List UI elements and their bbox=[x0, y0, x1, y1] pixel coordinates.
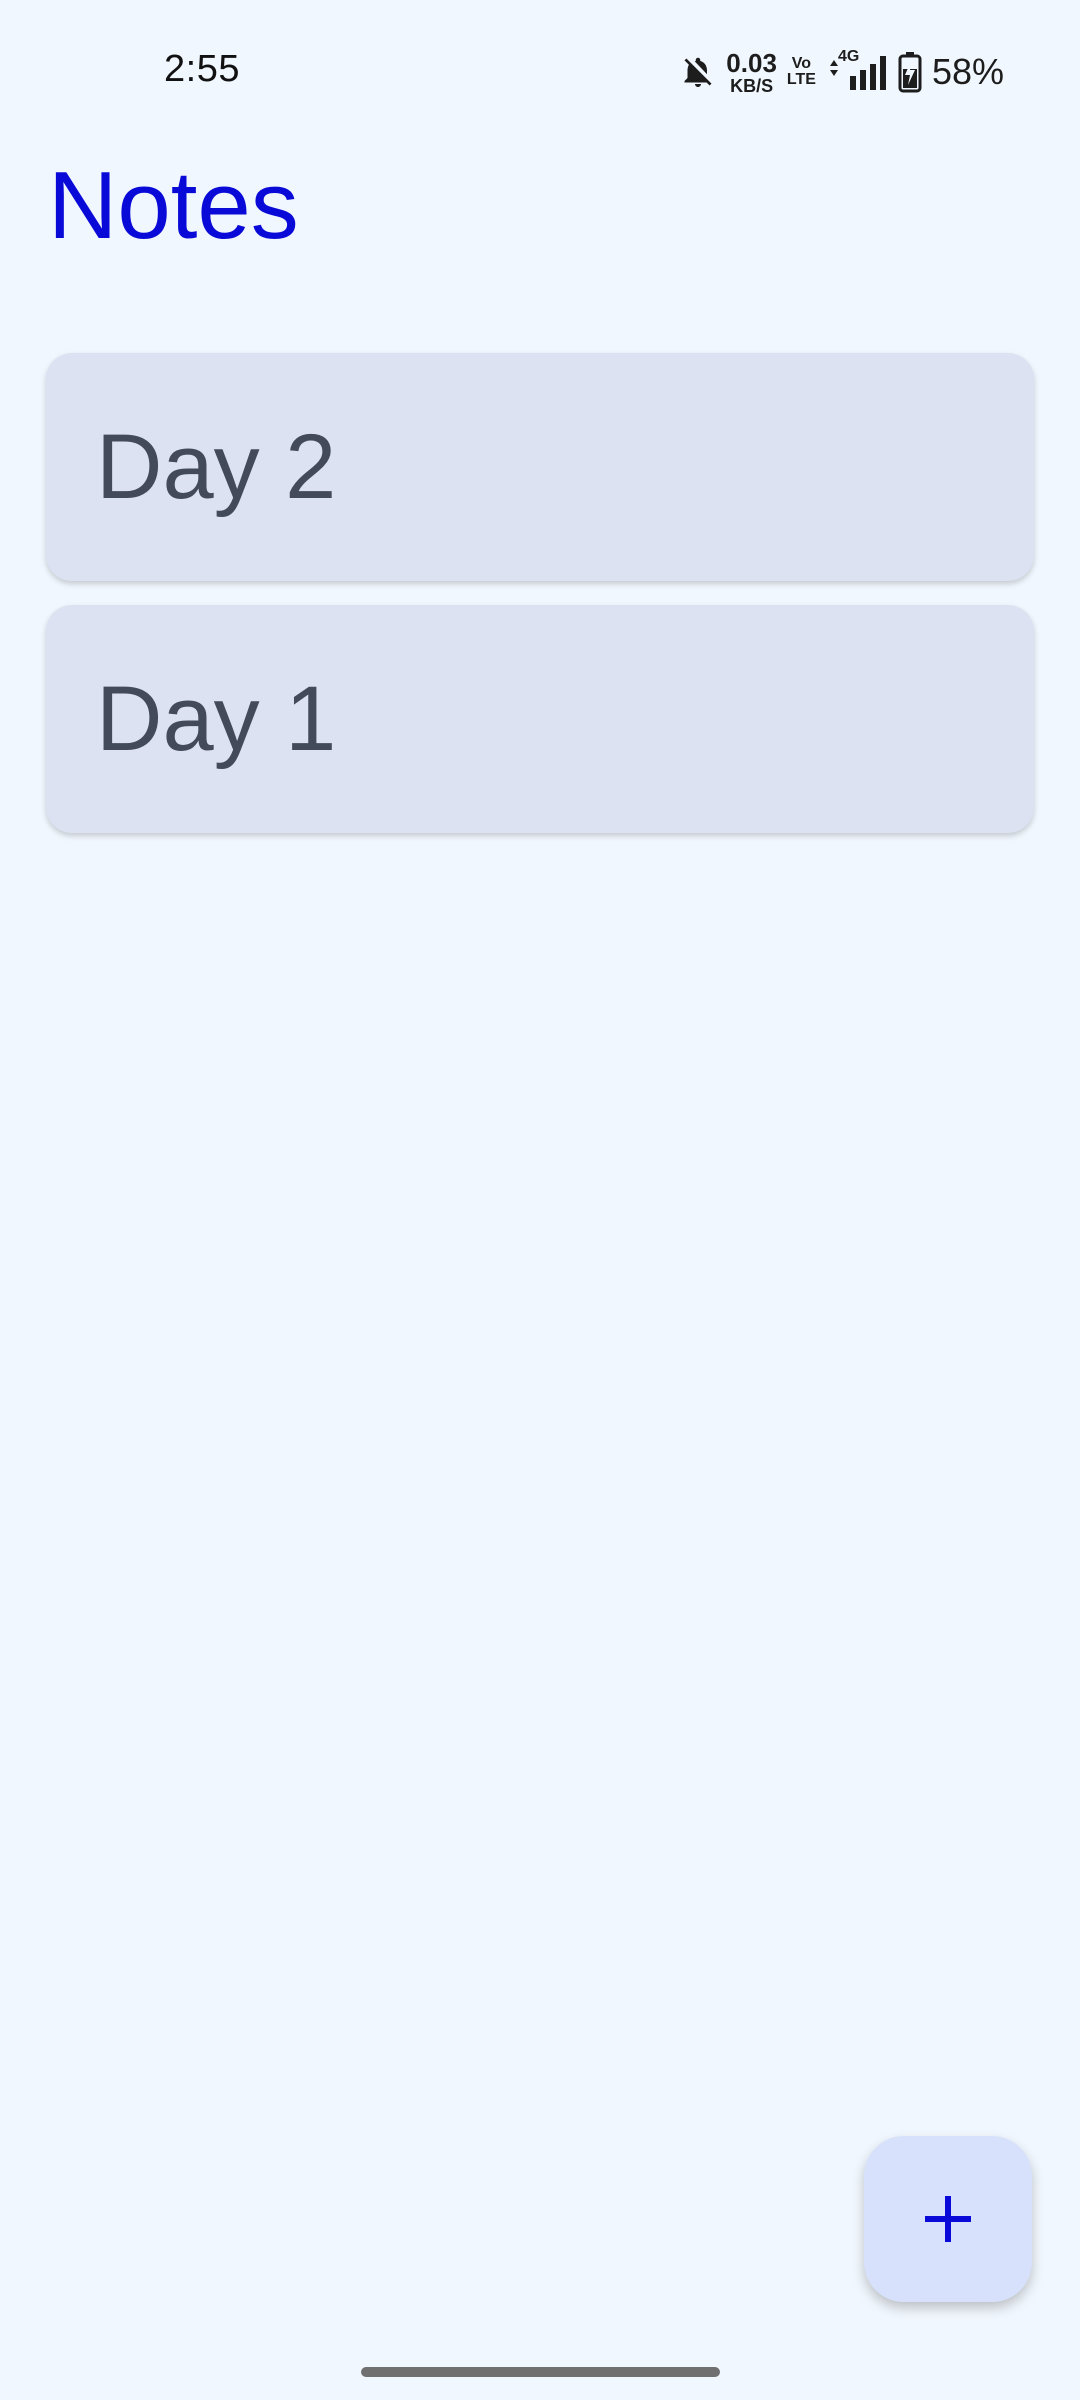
status-bar: 2:55 0.03 KB/S Vo LTE 4G 58% bbox=[0, 0, 1080, 140]
network-speed-unit: KB/S bbox=[730, 75, 774, 96]
volte-bottom-label: LTE bbox=[786, 71, 816, 88]
volte-indicator: Vo LTE bbox=[787, 56, 816, 88]
volte-top-label: Vo bbox=[791, 55, 812, 72]
gesture-navigation-bar[interactable] bbox=[361, 2367, 720, 2377]
network-type-label: 4G bbox=[837, 48, 860, 65]
page-title: Notes bbox=[48, 152, 299, 259]
battery-percent: 58% bbox=[931, 51, 1004, 92]
network-speed: 0.03 KB/S bbox=[726, 50, 777, 95]
network-speed-value: 0.03 bbox=[726, 47, 777, 78]
signal-icon: 4G bbox=[826, 48, 888, 92]
note-title: Day 1 bbox=[96, 668, 337, 770]
note-title: Day 2 bbox=[96, 416, 337, 518]
add-note-button[interactable] bbox=[864, 2136, 1032, 2302]
status-icons: 0.03 KB/S Vo LTE 4G 58% bbox=[680, 46, 1004, 98]
note-card[interactable]: Day 2 bbox=[46, 353, 1034, 581]
status-time: 2:55 bbox=[164, 48, 240, 90]
note-card[interactable]: Day 1 bbox=[46, 605, 1034, 833]
plus-icon bbox=[923, 2194, 973, 2244]
battery-charging-icon bbox=[898, 51, 922, 93]
notes-list: Day 2 Day 1 bbox=[46, 353, 1034, 857]
bell-off-icon bbox=[680, 54, 716, 90]
